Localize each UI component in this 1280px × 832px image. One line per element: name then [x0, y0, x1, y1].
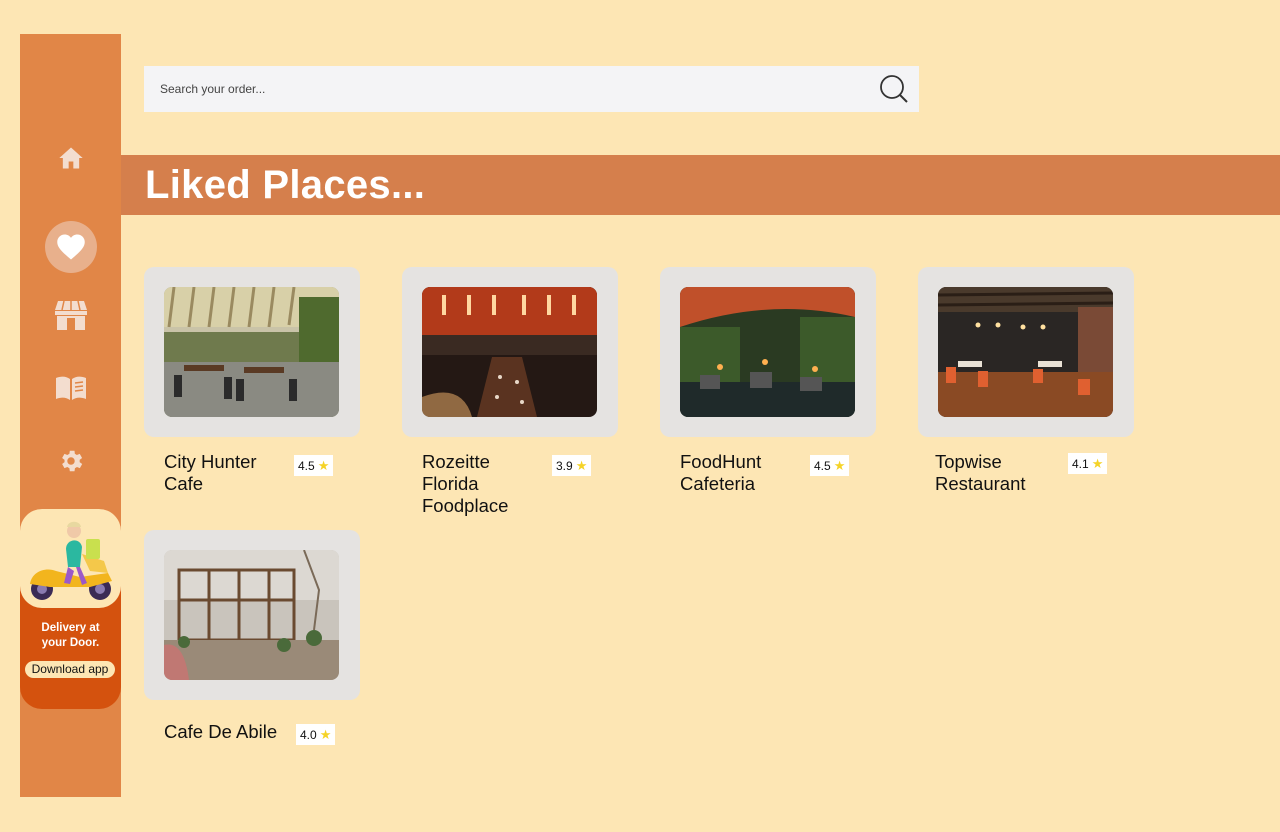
promo-text: Delivery at your Door. — [20, 621, 121, 651]
nav-home[interactable] — [20, 138, 121, 178]
place-photo — [680, 287, 855, 417]
search-bar — [144, 66, 919, 112]
section-banner: Liked Places... — [121, 155, 1280, 215]
search-button[interactable] — [877, 72, 911, 106]
nav-liked[interactable] — [20, 221, 121, 273]
rating-badge: 4.1 ★ — [1068, 453, 1108, 474]
rating-badge: 4.5 ★ — [810, 455, 850, 476]
rating-value: 4.1 — [1072, 456, 1089, 471]
home-icon — [58, 147, 83, 169]
rating-value: 4.0 — [300, 727, 317, 742]
star-icon: ★ — [575, 457, 588, 473]
rating-value: 4.5 — [298, 458, 315, 473]
rating-badge: 4.0 ★ — [296, 724, 336, 745]
rating-badge: 4.5 ★ — [294, 455, 334, 476]
place-card-frame[interactable] — [918, 267, 1134, 437]
promo-line-2: your Door. — [41, 637, 100, 649]
place-card-frame[interactable] — [144, 530, 360, 700]
page-title: Liked Places... — [145, 163, 426, 207]
nav-store[interactable] — [20, 295, 121, 335]
book-icon — [55, 376, 86, 400]
place-name[interactable]: City Hunter Cafe — [164, 451, 284, 495]
heart-icon — [56, 234, 85, 260]
star-icon: ★ — [833, 457, 846, 473]
search-input[interactable] — [144, 66, 864, 112]
star-icon: ★ — [317, 457, 330, 473]
rating-badge: 3.9 ★ — [552, 455, 592, 476]
rating-value: 3.9 — [556, 458, 573, 473]
place-card-frame[interactable] — [402, 267, 618, 437]
rating-value: 4.5 — [814, 458, 831, 473]
nav-settings[interactable] — [20, 441, 121, 481]
place-photo — [164, 550, 339, 680]
sidebar: Delivery at your Door. Download app — [20, 34, 121, 797]
store-icon — [54, 300, 87, 330]
promo-line-1: Delivery at — [41, 622, 100, 634]
star-icon: ★ — [319, 726, 332, 742]
place-photo — [422, 287, 597, 417]
place-card-frame[interactable] — [660, 267, 876, 437]
gear-icon — [61, 450, 82, 472]
place-name[interactable]: FoodHunt Cafeteria — [680, 451, 800, 495]
active-indicator — [44, 221, 97, 273]
promo-card: Delivery at your Door. Download app — [20, 509, 121, 709]
place-photo — [164, 287, 339, 417]
star-icon: ★ — [1091, 455, 1104, 471]
nav-menu[interactable] — [20, 368, 121, 408]
download-app-button[interactable]: Download app — [25, 661, 115, 678]
place-name[interactable]: Topwise Restaurant — [935, 451, 1055, 495]
search-icon — [880, 75, 908, 103]
place-name[interactable]: Rozeitte Florida Foodplace — [422, 451, 542, 517]
place-card-frame[interactable] — [144, 267, 360, 437]
delivery-illustration — [20, 509, 121, 608]
place-name[interactable]: Cafe De Abile — [164, 721, 284, 743]
place-photo — [938, 287, 1113, 417]
